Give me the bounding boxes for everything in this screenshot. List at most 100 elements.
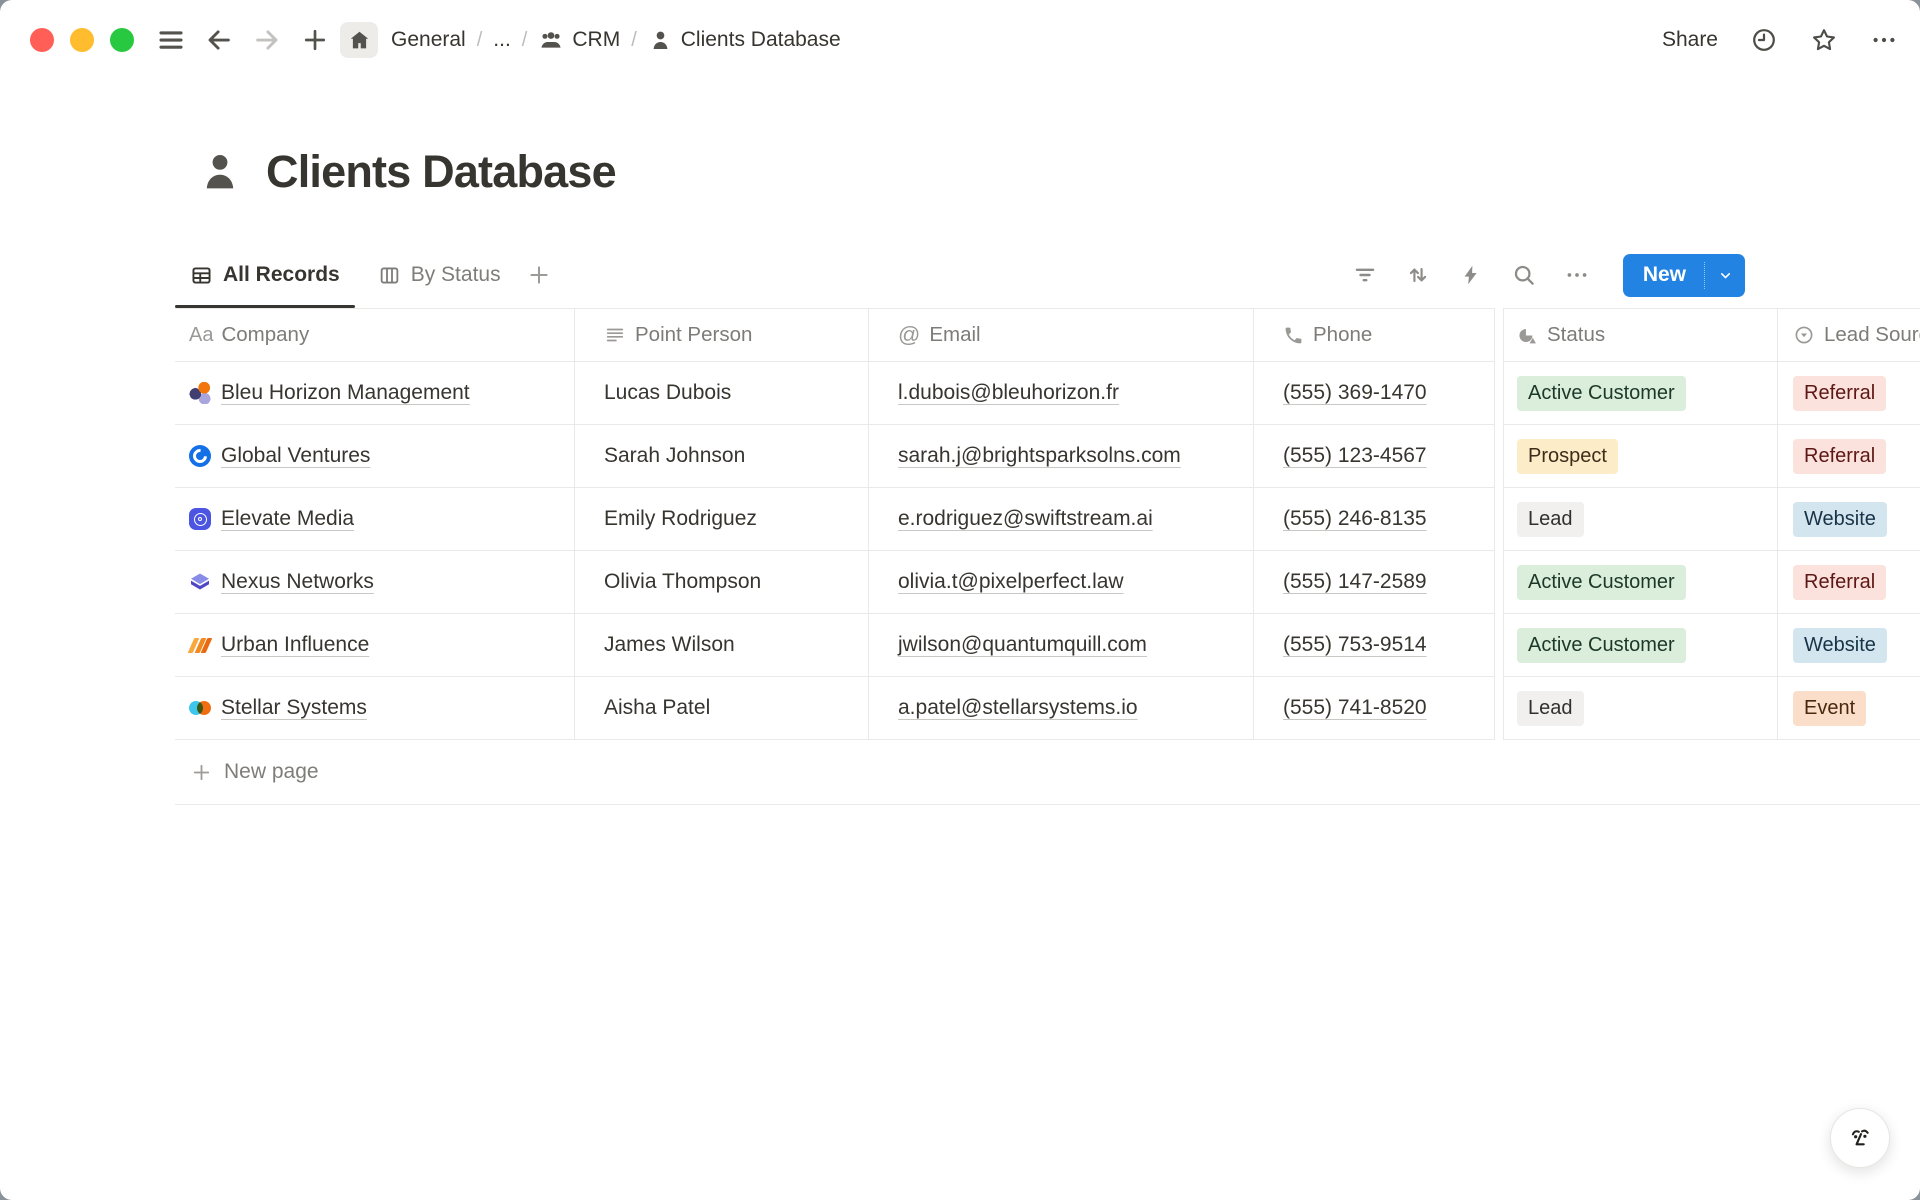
phone-cell[interactable]: (555) 123-4567	[1254, 425, 1495, 488]
phone-link[interactable]: (555) 369-1470	[1283, 381, 1427, 405]
phone-cell[interactable]: (555) 246-8135	[1254, 488, 1495, 551]
breadcrumb-item-general[interactable]: General	[391, 28, 466, 52]
status-cell[interactable]: Lead	[1503, 677, 1777, 740]
email-cell[interactable]: jwilson@quantumquill.com	[869, 614, 1254, 677]
breadcrumb-item-crm[interactable]: CRM	[538, 27, 620, 53]
email-cell[interactable]: e.rodriguez@swiftstream.ai	[869, 488, 1254, 551]
column-header-status[interactable]: Status	[1503, 308, 1777, 362]
minimize-window-button[interactable]	[70, 28, 94, 52]
column-header-company[interactable]: Aa Company	[175, 308, 575, 362]
email-cell[interactable]: olivia.t@pixelperfect.law	[869, 551, 1254, 614]
status-cell[interactable]: Active Customer	[1503, 362, 1777, 425]
point-person-cell[interactable]: Lucas Dubois	[575, 362, 869, 425]
company-cell[interactable]: Bleu Horizon Management	[175, 362, 575, 425]
phone-cell[interactable]: (555) 369-1470	[1254, 362, 1495, 425]
company-link[interactable]: Global Ventures	[221, 444, 370, 468]
column-label: Lead Source	[1824, 323, 1920, 347]
back-button[interactable]	[202, 23, 236, 57]
column-label: Status	[1547, 323, 1605, 347]
phone-cell[interactable]: (555) 741-8520	[1254, 677, 1495, 740]
filter-button[interactable]	[1352, 262, 1378, 288]
zoom-window-button[interactable]	[110, 28, 134, 52]
column-header-phone[interactable]: Phone	[1254, 308, 1495, 362]
company-cell[interactable]: Nexus Networks	[175, 551, 575, 614]
breadcrumb-item-clients-database[interactable]: Clients Database	[648, 28, 841, 53]
new-page-row[interactable]: New page	[175, 740, 1920, 805]
add-view-button[interactable]	[526, 262, 552, 288]
elevate-media-logo	[189, 508, 211, 530]
email-link[interactable]: a.patel@stellarsystems.io	[898, 696, 1138, 720]
automations-button[interactable]	[1458, 262, 1484, 288]
point-person-cell[interactable]: Olivia Thompson	[575, 551, 869, 614]
column-label: Company	[221, 323, 309, 347]
point-person-cell[interactable]: Aisha Patel	[575, 677, 869, 740]
company-cell[interactable]: Urban Influence	[175, 614, 575, 677]
status-cell[interactable]: Active Customer	[1503, 551, 1777, 614]
point-person-cell[interactable]: Emily Rodriguez	[575, 488, 869, 551]
lead-source-cell[interactable]: Event	[1777, 677, 1920, 740]
new-tab-button[interactable]	[298, 23, 332, 57]
lead-source-cell[interactable]: Website	[1777, 614, 1920, 677]
status-badge: Active Customer	[1517, 565, 1686, 600]
email-link[interactable]: sarah.j@brightsparksolns.com	[898, 444, 1181, 468]
company-cell[interactable]: Global Ventures	[175, 425, 575, 488]
sort-icon	[1405, 262, 1431, 288]
company-cell[interactable]: Stellar Systems	[175, 677, 575, 740]
phone-cell[interactable]: (555) 147-2589	[1254, 551, 1495, 614]
company-link[interactable]: Nexus Networks	[221, 570, 374, 594]
more-icon	[1564, 262, 1590, 288]
close-window-button[interactable]	[30, 28, 54, 52]
updates-button[interactable]	[1750, 26, 1778, 54]
email-cell[interactable]: l.dubois@bleuhorizon.fr	[869, 362, 1254, 425]
point-person-cell[interactable]: James Wilson	[575, 614, 869, 677]
phone-link[interactable]: (555) 147-2589	[1283, 570, 1427, 594]
tab-by-status[interactable]: By Status	[363, 244, 516, 306]
breadcrumb-item-collapsed[interactable]: ...	[493, 28, 511, 52]
people-icon	[538, 27, 564, 53]
lead-source-cell[interactable]: Referral	[1777, 551, 1920, 614]
email-cell[interactable]: a.patel@stellarsystems.io	[869, 677, 1254, 740]
status-cell[interactable]: Lead	[1503, 488, 1777, 551]
page-options-button[interactable]	[1870, 26, 1898, 54]
sort-button[interactable]	[1405, 262, 1431, 288]
new-record-dropdown[interactable]	[1704, 262, 1745, 289]
email-link[interactable]: e.rodriguez@swiftstream.ai	[898, 507, 1153, 531]
status-cell[interactable]: Prospect	[1503, 425, 1777, 488]
company-cell[interactable]: Elevate Media	[175, 488, 575, 551]
phone-link[interactable]: (555) 246-8135	[1283, 507, 1427, 531]
lead-source-cell[interactable]: Website	[1777, 488, 1920, 551]
favorite-button[interactable]	[1810, 26, 1838, 54]
home-button[interactable]	[340, 22, 378, 58]
phone-link[interactable]: (555) 753-9514	[1283, 633, 1427, 657]
company-link[interactable]: Elevate Media	[221, 507, 354, 531]
phone-link[interactable]: (555) 741-8520	[1283, 696, 1427, 720]
view-options-button[interactable]	[1564, 262, 1590, 288]
lead-source-cell[interactable]: Referral	[1777, 425, 1920, 488]
phone-cell[interactable]: (555) 753-9514	[1254, 614, 1495, 677]
email-link[interactable]: l.dubois@bleuhorizon.fr	[898, 381, 1119, 405]
column-header-lead-source[interactable]: Lead Source	[1777, 308, 1920, 362]
tab-all-records[interactable]: All Records	[175, 244, 355, 306]
point-person-cell[interactable]: Sarah Johnson	[575, 425, 869, 488]
share-button[interactable]: Share	[1662, 28, 1718, 52]
email-link[interactable]: olivia.t@pixelperfect.law	[898, 570, 1124, 594]
search-button[interactable]	[1511, 262, 1537, 288]
status-badge: Active Customer	[1517, 376, 1686, 411]
email-cell[interactable]: sarah.j@brightsparksolns.com	[869, 425, 1254, 488]
column-header-email[interactable]: @ Email	[869, 308, 1254, 362]
company-link[interactable]: Stellar Systems	[221, 696, 367, 720]
column-header-point-person[interactable]: Point Person	[575, 308, 869, 362]
notion-ai-button[interactable]	[1830, 1108, 1890, 1168]
table-row: Elevate Media Emily Rodriguez e.rodrigue…	[175, 488, 1920, 551]
forward-button[interactable]	[250, 23, 284, 57]
column-gap	[1495, 551, 1503, 614]
new-record-button[interactable]: New	[1623, 254, 1745, 297]
status-cell[interactable]: Active Customer	[1503, 614, 1777, 677]
company-link[interactable]: Bleu Horizon Management	[221, 381, 470, 405]
phone-link[interactable]: (555) 123-4567	[1283, 444, 1427, 468]
new-button-label: New	[1623, 263, 1704, 287]
company-link[interactable]: Urban Influence	[221, 633, 369, 657]
sidebar-menu-button[interactable]	[154, 23, 188, 57]
lead-source-cell[interactable]: Referral	[1777, 362, 1920, 425]
email-link[interactable]: jwilson@quantumquill.com	[898, 633, 1147, 657]
